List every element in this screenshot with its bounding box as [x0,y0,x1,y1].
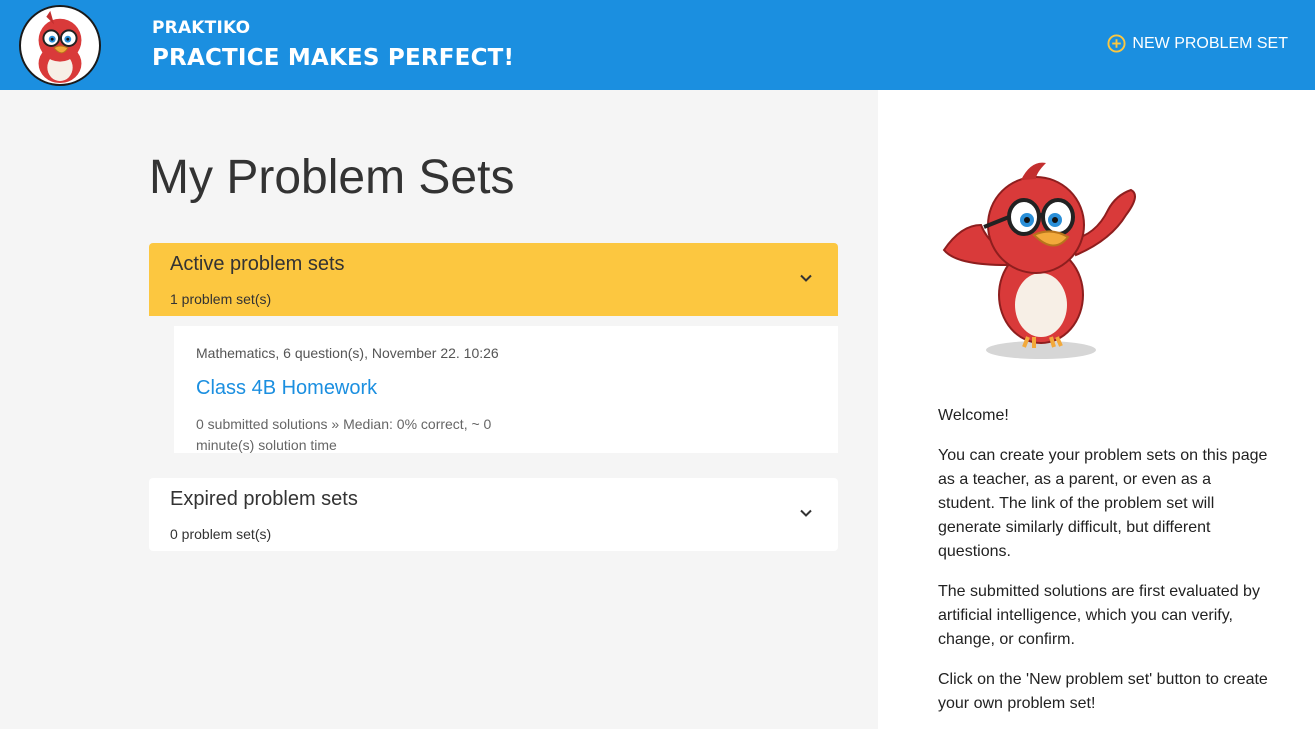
expired-problem-sets-header[interactable]: Expired problem sets 0 problem set(s) [149,478,838,551]
problem-set-card: Mathematics, 6 question(s), November 22.… [174,326,838,453]
chevron-down-icon[interactable] [799,506,813,520]
expired-section-title: Expired problem sets [170,488,358,510]
active-problem-sets-list: Mathematics, 6 question(s), November 22.… [149,316,838,462]
active-problem-sets-header[interactable]: Active problem sets 1 problem set(s) [149,243,838,316]
top-bar: PRAKTIKO PRACTICE MAKES PERFECT! NEW PRO… [0,0,1315,90]
welcome-paragraph-1: You can create your problem sets on this… [938,447,1268,560]
problem-set-meta: Mathematics, 6 question(s), November 22.… [196,345,499,361]
active-section-count: 1 problem set(s) [170,291,272,307]
problem-set-title-link[interactable]: Class 4B Homework [196,377,377,400]
page-title: My Problem Sets [149,151,515,204]
problem-set-stats: 0 submitted solutions » Median: 0% corre… [196,416,492,453]
new-problem-set-button[interactable]: NEW PROBLEM SET [1107,34,1288,53]
welcome-heading: Welcome! [938,407,1009,424]
expired-section-count: 0 problem set(s) [170,526,272,542]
logo-bird-icon[interactable] [19,5,101,86]
tagline: PRACTICE MAKES PERFECT! [152,45,515,71]
bird-mascot-icon [936,155,1156,365]
new-problem-set-label: NEW PROBLEM SET [1132,34,1288,52]
main-content: My Problem Sets Active problem sets 1 pr… [0,90,878,729]
plus-circle-icon [1107,34,1126,53]
brand-name: PRAKTIKO [152,18,251,38]
welcome-text: Welcome! You can create your problem set… [938,404,1268,729]
welcome-paragraph-3: Click on the 'New problem set' button to… [938,671,1268,712]
sidebar: Welcome! You can create your problem set… [878,90,1315,729]
active-section-title: Active problem sets [170,253,345,275]
welcome-paragraph-2: The submitted solutions are first evalua… [938,583,1260,648]
chevron-down-icon[interactable] [799,271,813,285]
